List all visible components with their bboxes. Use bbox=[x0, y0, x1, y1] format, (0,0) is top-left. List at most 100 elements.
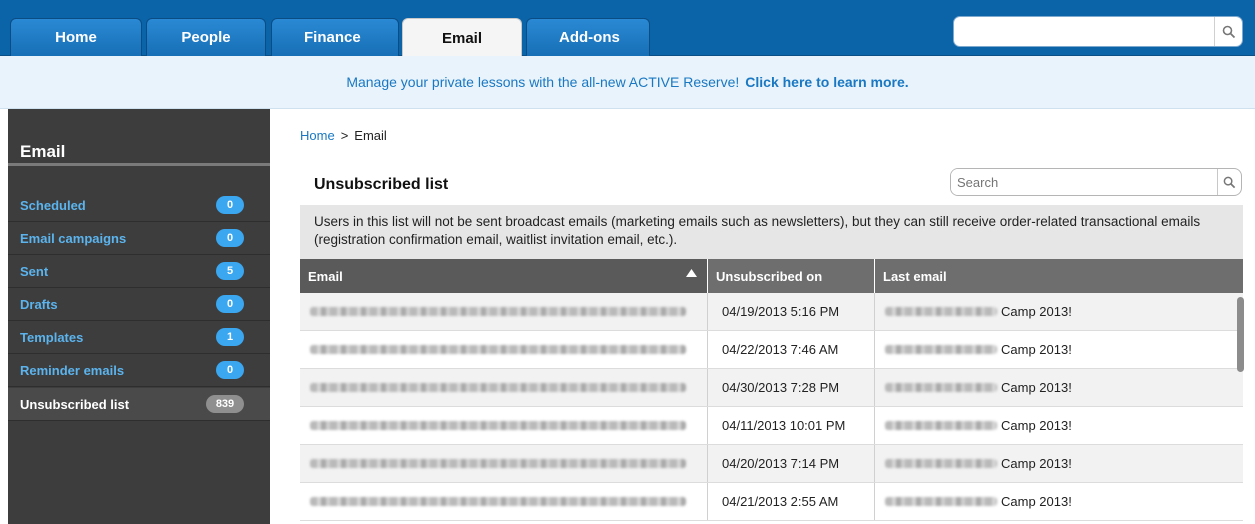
email-cell bbox=[300, 369, 708, 406]
column-header-label: Email bbox=[308, 268, 343, 284]
breadcrumb: Home > Email bbox=[300, 128, 387, 143]
count-badge: 839 bbox=[206, 395, 244, 413]
unsubscribed-on-cell: 04/11/2013 10:01 PM bbox=[708, 407, 875, 444]
redacted-campaign-name bbox=[885, 459, 997, 468]
tab-addons-label: Add-ons bbox=[559, 29, 620, 46]
global-search bbox=[953, 16, 1243, 47]
redacted-email bbox=[310, 421, 686, 430]
unsubscribed-on-cell: 04/19/2013 5:16 PM bbox=[708, 293, 875, 330]
table-row[interactable]: 04/30/2013 7:28 PM Camp 2013! bbox=[300, 369, 1243, 407]
top-nav: Home People Finance Email Add-ons bbox=[0, 0, 1255, 57]
last-email-cell: Camp 2013! bbox=[875, 293, 1243, 330]
column-header-last-email[interactable]: Last email bbox=[875, 259, 1243, 293]
info-note: Users in this list will not be sent broa… bbox=[300, 205, 1243, 259]
table-row[interactable]: 04/22/2013 7:46 AM Camp 2013! bbox=[300, 331, 1243, 369]
sidebar-item-label: Drafts bbox=[20, 296, 58, 312]
sidebar-item-scheduled[interactable]: Scheduled 0 bbox=[8, 189, 270, 222]
tab-email-label: Email bbox=[441, 29, 483, 47]
global-search-button[interactable] bbox=[1214, 17, 1242, 46]
table-body: 04/19/2013 5:16 PM Camp 2013! 04/22/2013… bbox=[300, 293, 1243, 521]
table-header: Email Unsubscribed on Last email bbox=[300, 259, 1243, 293]
sidebar-item-unsubscribed-list[interactable]: Unsubscribed list 839 bbox=[8, 388, 270, 421]
breadcrumb-separator: > bbox=[340, 128, 349, 143]
table-row[interactable]: 04/11/2013 10:01 PM Camp 2013! bbox=[300, 407, 1243, 445]
unsubscribed-on-cell: 04/30/2013 7:28 PM bbox=[708, 369, 875, 406]
column-header-label: Unsubscribed on bbox=[716, 268, 823, 284]
count-badge: 0 bbox=[216, 361, 244, 379]
unsubscribed-on-cell: 04/20/2013 7:14 PM bbox=[708, 445, 875, 482]
table-row[interactable]: 04/21/2013 2:55 AM Camp 2013! bbox=[300, 483, 1243, 521]
page-title: Unsubscribed list bbox=[314, 176, 449, 193]
count-badge: 0 bbox=[216, 196, 244, 214]
last-email-text: Camp 2013! bbox=[1001, 342, 1072, 357]
tab-home[interactable]: Home bbox=[10, 18, 142, 56]
redacted-email bbox=[310, 383, 686, 392]
tab-people-label: People bbox=[181, 29, 231, 46]
table-row[interactable]: 04/19/2013 5:16 PM Camp 2013! bbox=[300, 293, 1243, 331]
sidebar-item-sent[interactable]: Sent 5 bbox=[8, 255, 270, 288]
sidebar-item-reminder-emails[interactable]: Reminder emails 0 bbox=[8, 354, 270, 387]
sidebar-item-templates[interactable]: Templates 1 bbox=[8, 321, 270, 354]
email-cell bbox=[300, 407, 708, 444]
list-search-button[interactable] bbox=[1217, 169, 1241, 195]
column-header-email[interactable]: Email bbox=[300, 259, 708, 293]
global-search-input[interactable] bbox=[954, 17, 1214, 46]
unsubscribed-on-cell: 04/21/2013 2:55 AM bbox=[708, 483, 875, 520]
redacted-email bbox=[310, 497, 686, 506]
breadcrumb-current: Email bbox=[354, 128, 387, 143]
banner-learn-more-link[interactable]: Click here to learn more. bbox=[745, 74, 908, 90]
unsubscribed-on-cell: 04/22/2013 7:46 AM bbox=[708, 331, 875, 368]
tab-email[interactable]: Email bbox=[402, 18, 522, 57]
column-header-unsubscribed-on[interactable]: Unsubscribed on bbox=[708, 259, 875, 293]
search-icon bbox=[1222, 25, 1235, 38]
redacted-email bbox=[310, 307, 686, 316]
redacted-campaign-name bbox=[885, 497, 997, 506]
sidebar-item-label: Reminder emails bbox=[20, 362, 125, 378]
last-email-text: Camp 2013! bbox=[1001, 494, 1072, 509]
sort-ascending-icon bbox=[686, 269, 697, 277]
count-badge: 0 bbox=[216, 295, 244, 313]
redacted-campaign-name bbox=[885, 421, 997, 430]
sidebar-item-label: Email campaigns bbox=[20, 230, 127, 246]
count-badge: 5 bbox=[216, 262, 244, 280]
list-search-input[interactable] bbox=[951, 169, 1217, 195]
redacted-campaign-name bbox=[885, 383, 997, 392]
last-email-text: Camp 2013! bbox=[1001, 456, 1072, 471]
count-badge: 0 bbox=[216, 229, 244, 247]
sidebar-item-label: Scheduled bbox=[20, 197, 86, 213]
last-email-cell: Camp 2013! bbox=[875, 369, 1243, 406]
table-row[interactable]: 04/20/2013 7:14 PM Camp 2013! bbox=[300, 445, 1243, 483]
search-icon bbox=[1223, 176, 1236, 188]
redacted-email bbox=[310, 345, 686, 354]
email-cell bbox=[300, 445, 708, 482]
sidebar-item-label: Templates bbox=[20, 329, 84, 345]
last-email-cell: Camp 2013! bbox=[875, 483, 1243, 520]
breadcrumb-home-link[interactable]: Home bbox=[300, 128, 335, 143]
tab-addons[interactable]: Add-ons bbox=[526, 18, 650, 56]
email-cell bbox=[300, 483, 708, 520]
last-email-text: Camp 2013! bbox=[1001, 380, 1072, 395]
email-cell bbox=[300, 331, 708, 368]
table-scrollbar bbox=[1236, 293, 1245, 524]
last-email-text: Camp 2013! bbox=[1001, 304, 1072, 319]
tab-finance[interactable]: Finance bbox=[271, 18, 399, 56]
last-email-cell: Camp 2013! bbox=[875, 331, 1243, 368]
count-badge: 1 bbox=[216, 328, 244, 346]
redacted-email bbox=[310, 459, 686, 468]
last-email-text: Camp 2013! bbox=[1001, 418, 1072, 433]
sidebar-item-email-campaigns[interactable]: Email campaigns 0 bbox=[8, 222, 270, 255]
tab-people[interactable]: People bbox=[146, 18, 266, 56]
banner-text: Manage your private lessons with the all… bbox=[346, 74, 740, 90]
sidebar-item-label: Unsubscribed list bbox=[20, 396, 130, 412]
sidebar-item-drafts[interactable]: Drafts 0 bbox=[8, 288, 270, 321]
redacted-campaign-name bbox=[885, 307, 997, 316]
unsubscribed-table: Email Unsubscribed on Last email 04/19/2… bbox=[300, 259, 1243, 521]
last-email-cell: Camp 2013! bbox=[875, 407, 1243, 444]
announcement-banner: Manage your private lessons with the all… bbox=[0, 56, 1255, 109]
sidebar: Email Scheduled 0 Email campaigns 0 Sent… bbox=[8, 109, 270, 524]
scrollbar-thumb[interactable] bbox=[1237, 297, 1244, 372]
sidebar-item-label: Sent bbox=[20, 263, 49, 279]
column-header-label: Last email bbox=[883, 268, 947, 284]
email-cell bbox=[300, 293, 708, 330]
last-email-cell: Camp 2013! bbox=[875, 445, 1243, 482]
